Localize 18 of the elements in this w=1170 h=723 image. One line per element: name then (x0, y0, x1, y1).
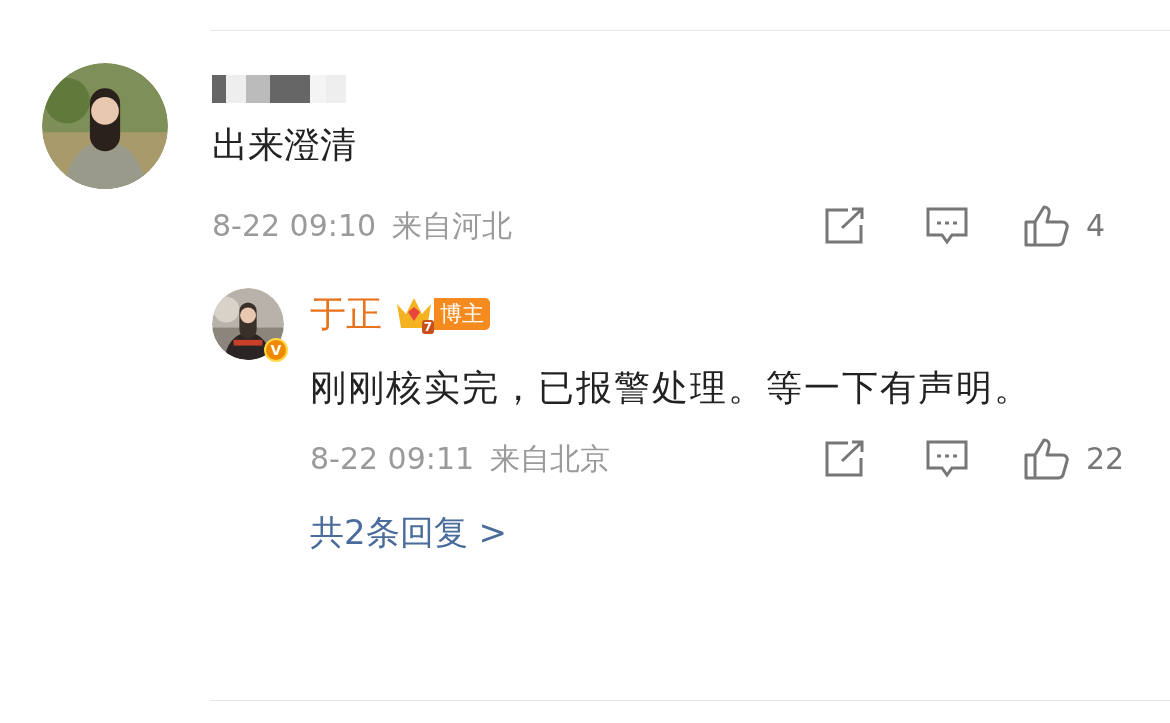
verified-badge: V (264, 338, 288, 362)
comment-text: 出来澄清 (212, 123, 357, 167)
comment-icon[interactable] (926, 206, 968, 245)
thumbs-up-icon[interactable] (1024, 204, 1070, 247)
comment-icon[interactable] (926, 439, 968, 478)
comment-location: 来自北京 (490, 440, 611, 478)
thumbs-up-icon[interactable] (1024, 437, 1070, 480)
more-replies-link[interactable]: 共2条回复 > (310, 507, 507, 558)
like-count: 4 (1086, 207, 1107, 245)
reply-text: 刚刚核实完，已报警处理。等一下有声明。 (310, 366, 1033, 410)
blogger-badge: 博主 (434, 298, 490, 330)
share-icon[interactable] (824, 206, 866, 245)
comment-location: 来自河北 (392, 207, 513, 245)
share-icon[interactable] (824, 439, 866, 478)
like-count: 22 (1086, 440, 1126, 478)
comment-time: 8-22 09:11 (310, 440, 475, 478)
comment-time: 8-22 09:10 (212, 207, 377, 245)
reply-username[interactable]: 于正 (310, 288, 382, 340)
